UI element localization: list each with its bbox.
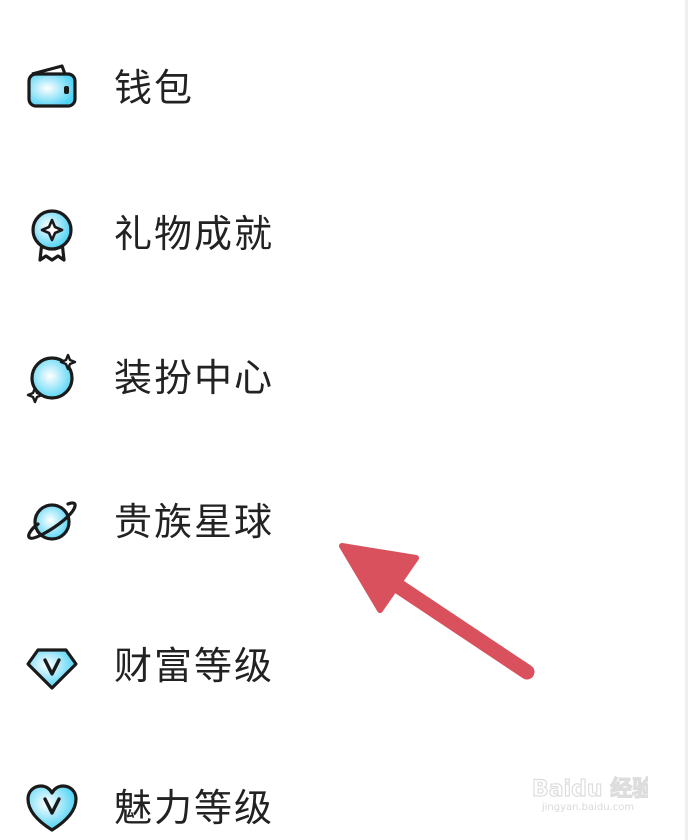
heart-v-icon xyxy=(24,780,80,836)
menu-item-noble-planet[interactable]: 贵族星球 xyxy=(0,462,660,572)
svg-text:Baidu 经验: Baidu 经验 xyxy=(532,776,648,802)
wallet-icon xyxy=(24,60,80,116)
diamond-v-icon xyxy=(24,638,80,694)
menu-item-label: 礼物成就 xyxy=(114,212,275,256)
badge-icon xyxy=(24,206,80,262)
planet-icon xyxy=(24,494,80,550)
baidu-watermark: Baidu 经验 jingyan.baidu.com xyxy=(528,766,654,826)
menu-item-wallet[interactable]: 钱包 xyxy=(0,28,660,138)
dress-up-icon xyxy=(24,350,80,406)
menu-item-label: 钱包 xyxy=(114,66,195,110)
baidu-paw-logo-icon: Baidu 经验 xyxy=(531,775,654,802)
menu-item-label: 贵族星球 xyxy=(114,500,275,544)
menu-item-wealth-level[interactable]: 财富等级 xyxy=(0,606,660,716)
menu-item-dress-up-center[interactable]: 装扮中心 xyxy=(0,318,660,428)
menu-item-label: 财富等级 xyxy=(114,644,275,688)
menu-screen: 钱包 礼物成就 装扮中心 贵族星球 财富等级 魅力等级 Baidu 经验 jin… xyxy=(0,0,688,840)
menu-item-label: 装扮中心 xyxy=(114,356,275,400)
menu-item-gift-achievement[interactable]: 礼物成就 xyxy=(0,174,660,284)
watermark-subtext: jingyan.baidu.com xyxy=(541,802,635,813)
menu-item-label: 魅力等级 xyxy=(114,786,275,830)
